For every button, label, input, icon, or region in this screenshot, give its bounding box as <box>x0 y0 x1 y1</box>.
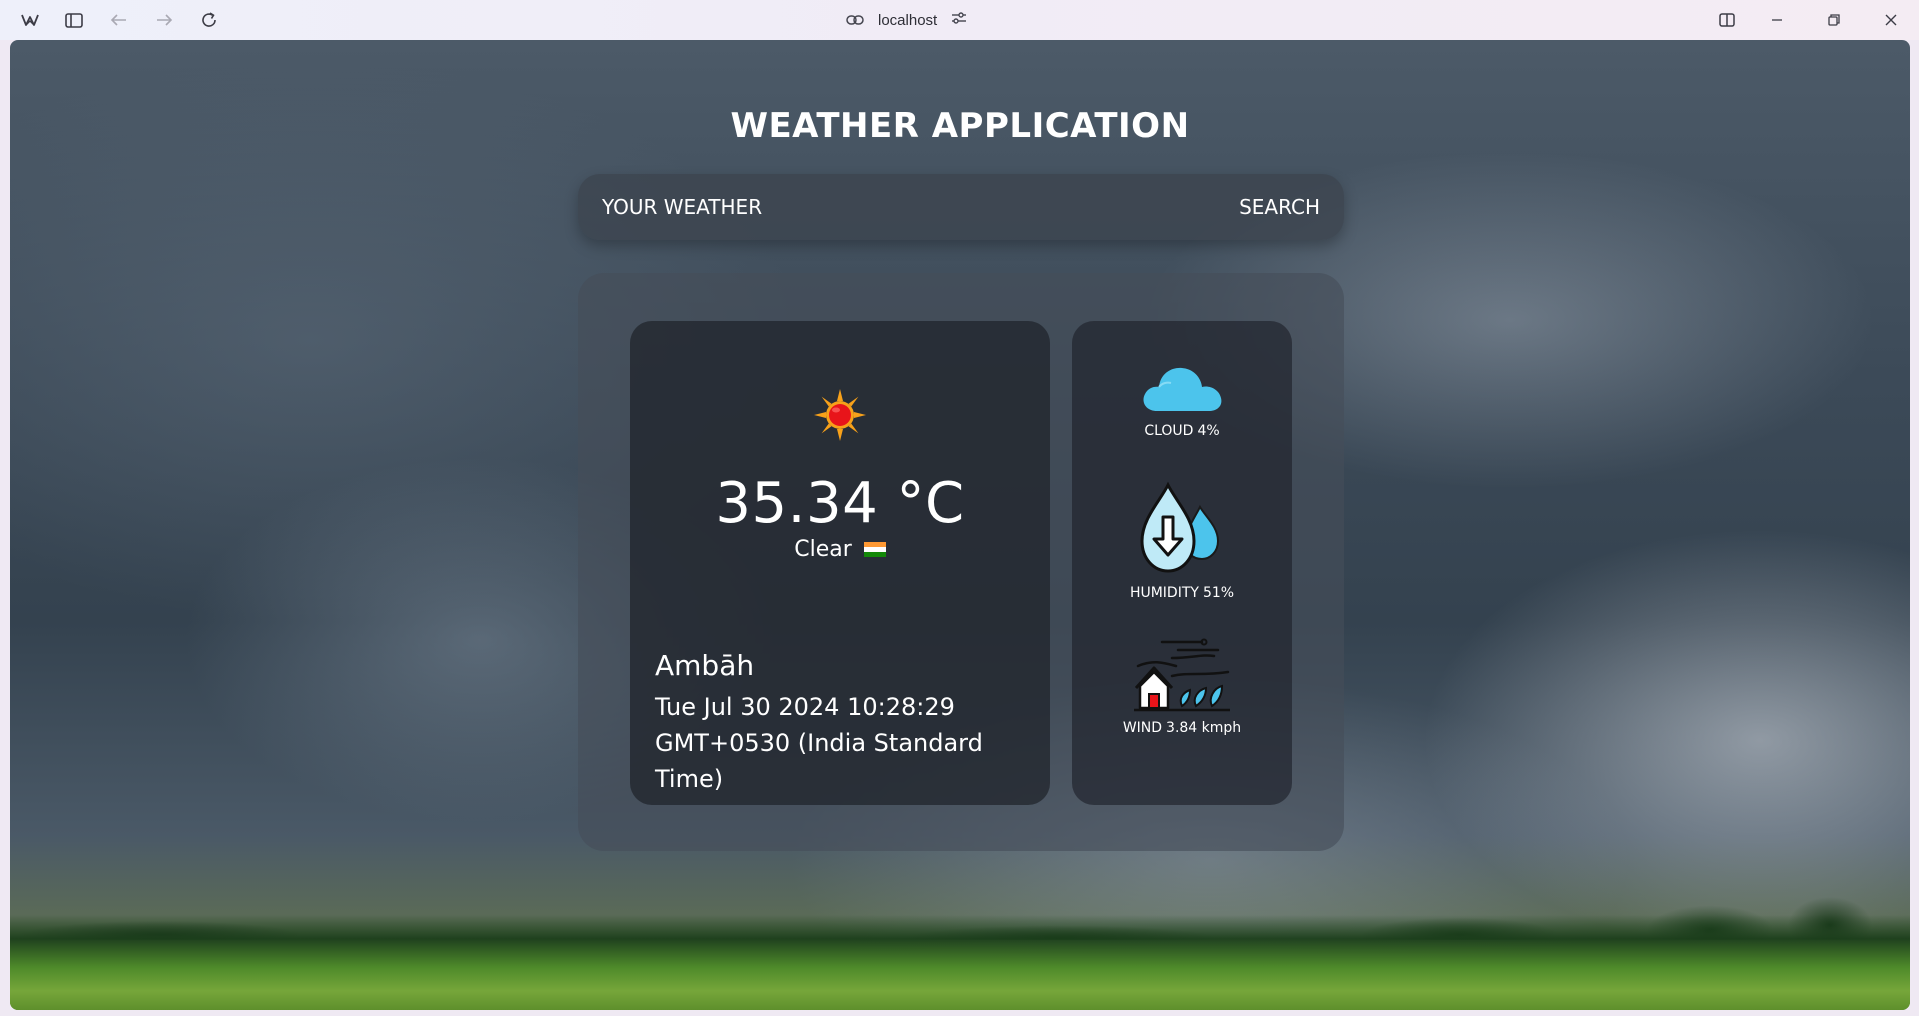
stat-cloud: CLOUD 4% <box>1072 361 1292 439</box>
wind-house-icon <box>1134 638 1230 712</box>
wind-value: 3.84 kmph <box>1166 720 1242 736</box>
cloud-icon <box>1143 367 1222 411</box>
cloud-stat-text: CLOUD 4% <box>1144 423 1219 439</box>
cloud-label: CLOUD <box>1144 423 1194 439</box>
sidebar-toggle-icon[interactable] <box>58 6 90 34</box>
datetime-line-2: GMT+0530 (India Standard Time) <box>655 729 983 793</box>
current-weather-card: 35.34 °C Clear Ambāh Tue Jul 30 2024 10:… <box>630 321 1050 805</box>
cloud-value: 4% <box>1197 423 1220 439</box>
app-title: WEATHER APPLICATION <box>730 106 1190 146</box>
search-bar: SEARCH <box>578 174 1344 240</box>
weather-stats-card: CLOUD 4% HUMIDITY 51% WIND 3.84 kmph <box>1072 321 1292 805</box>
humidity-label: HUMIDITY <box>1129 585 1199 601</box>
weather-panel: 35.34 °C Clear Ambāh Tue Jul 30 2024 10:… <box>578 273 1344 851</box>
minimize-icon[interactable] <box>1761 6 1793 34</box>
address-bar[interactable]: localhost <box>846 6 967 34</box>
browser-toolbar: localhost <box>0 0 1919 40</box>
link-icon <box>846 12 864 29</box>
browser-logo-icon[interactable] <box>14 6 46 34</box>
site-settings-icon[interactable] <box>951 11 967 29</box>
city-name: Ambāh <box>655 649 755 682</box>
background-field <box>10 915 1910 1010</box>
reload-icon[interactable] <box>193 6 225 34</box>
sun-icon <box>814 389 866 441</box>
datetime-line-1: Tue Jul 30 2024 10:28:29 <box>655 693 955 721</box>
url-text[interactable]: localhost <box>878 12 937 29</box>
local-datetime: Tue Jul 30 2024 10:28:29 GMT+0530 (India… <box>655 689 1035 797</box>
humidity-drops-icon <box>1140 481 1220 573</box>
search-input[interactable] <box>602 195 1162 219</box>
back-arrow-icon[interactable] <box>103 6 135 34</box>
search-button[interactable]: SEARCH <box>1239 195 1320 219</box>
weather-condition: Clear <box>794 537 852 562</box>
india-flag-icon <box>863 542 886 557</box>
stat-humidity: HUMIDITY 51% <box>1072 481 1292 601</box>
temperature: 35.34 °C <box>715 471 965 536</box>
humidity-value: 51% <box>1202 585 1235 601</box>
forward-arrow-icon[interactable] <box>148 6 180 34</box>
wind-stat-text: WIND 3.84 kmph <box>1123 720 1241 736</box>
restore-icon[interactable] <box>1818 6 1850 34</box>
close-icon[interactable] <box>1875 6 1907 34</box>
humidity-stat-text: HUMIDITY 51% <box>1130 585 1234 601</box>
stat-wind: WIND 3.84 kmph <box>1072 636 1292 736</box>
split-view-icon[interactable] <box>1711 6 1743 34</box>
wind-label: WIND <box>1122 720 1163 736</box>
page-viewport: WEATHER APPLICATION SEARCH <box>10 40 1910 1010</box>
condition-row: Clear <box>630 537 1050 562</box>
